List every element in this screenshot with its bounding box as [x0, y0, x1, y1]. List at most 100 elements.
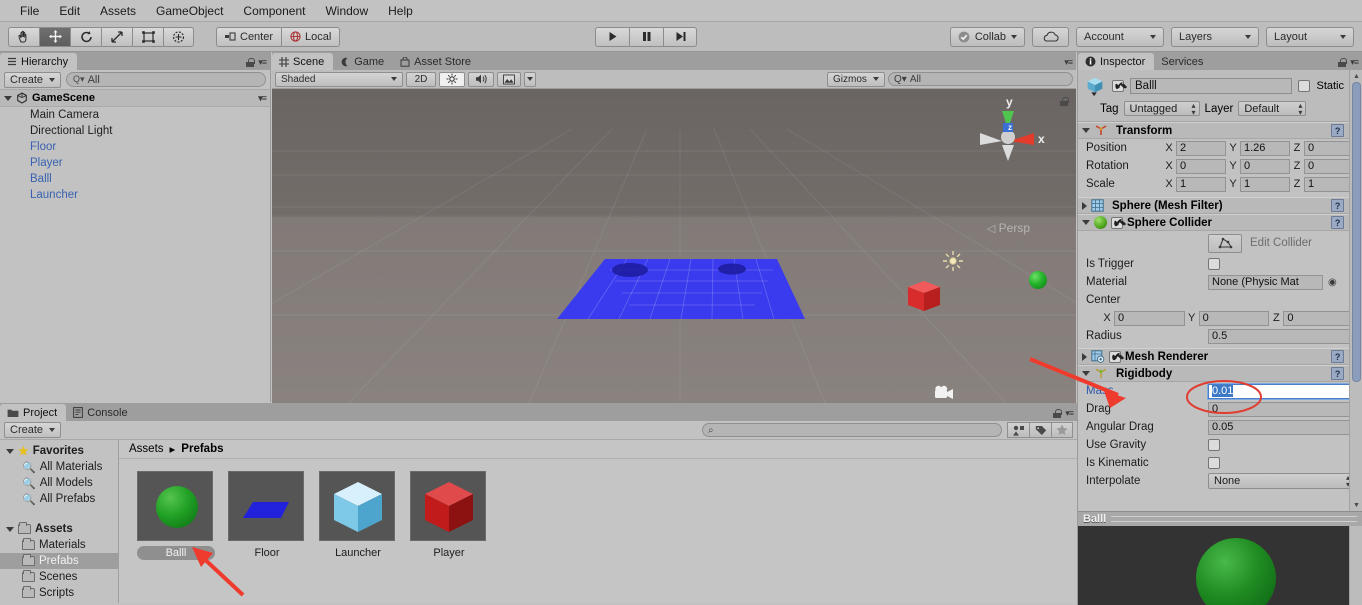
component-header-sphere-collider[interactable]: ✔ Sphere Collider ? ⚙: [1078, 214, 1362, 231]
hierarchy-item-directional-light[interactable]: Directional Light: [0, 123, 270, 139]
menu-item-assets[interactable]: Assets: [90, 2, 146, 20]
chevron-down-icon[interactable]: [1082, 128, 1090, 133]
chevron-down-icon[interactable]: [1082, 371, 1090, 376]
hierarchy-item-floor[interactable]: Floor: [0, 139, 270, 155]
rotation-z-input[interactable]: 0: [1304, 158, 1354, 174]
inspector-scrollbar[interactable]: ▲ ▼: [1349, 70, 1362, 511]
inspector-scroll-thumb[interactable]: [1352, 82, 1361, 382]
scene-audio-button[interactable]: [468, 71, 494, 87]
chevron-down-icon[interactable]: [4, 95, 12, 101]
gizmos-dropdown[interactable]: Gizmos: [827, 71, 885, 87]
pause-button[interactable]: [629, 26, 663, 47]
tab-hierarchy[interactable]: Hierarchy: [0, 53, 78, 70]
scene-effects-button[interactable]: [497, 71, 521, 87]
scene-viewport[interactable]: y x z ◁ Persp: [272, 89, 1076, 420]
project-create-button[interactable]: Create: [4, 422, 62, 438]
asset-item-launcher[interactable]: Launcher: [319, 471, 397, 560]
help-icon[interactable]: ?: [1331, 199, 1345, 212]
hierarchy-item-player[interactable]: Player: [0, 155, 270, 171]
component-header-transform[interactable]: Transform ? ⚙: [1078, 122, 1362, 139]
chevron-right-icon[interactable]: [1082, 352, 1087, 361]
filter-by-type-button[interactable]: [1007, 422, 1029, 438]
menu-item-gameobject[interactable]: GameObject: [146, 2, 233, 20]
preview-body[interactable]: [1078, 526, 1362, 605]
asset-item-player[interactable]: Player: [410, 471, 488, 560]
hand-tool-button[interactable]: [8, 26, 39, 47]
tree-item-favorites[interactable]: ★ Favorites: [0, 443, 118, 459]
tab-services[interactable]: Services: [1154, 53, 1213, 70]
tree-item-prefabs[interactable]: Prefabs: [0, 553, 118, 569]
rotation-x-input[interactable]: 0: [1176, 158, 1226, 174]
directional-light-gizmo[interactable]: [942, 250, 964, 272]
tree-item-scripts[interactable]: Scripts: [0, 585, 118, 601]
center-y-input[interactable]: 0: [1198, 310, 1270, 326]
transform-tool-button[interactable]: [163, 26, 194, 47]
position-x-input[interactable]: 2: [1176, 140, 1226, 156]
asset-item-floor[interactable]: Floor: [228, 471, 306, 560]
mesh-renderer-enabled-checkbox[interactable]: ✔: [1109, 350, 1121, 363]
tree-item-assets[interactable]: Assets: [0, 521, 118, 537]
rotation-mode-button[interactable]: Local: [281, 26, 341, 47]
is-kinematic-checkbox[interactable]: [1208, 457, 1220, 469]
hierarchy-scene-row[interactable]: GameScene ▾≡: [0, 90, 270, 107]
panel-menu-icon[interactable]: ▾≡: [258, 57, 267, 68]
scale-y-input[interactable]: 1: [1240, 176, 1290, 192]
mass-input[interactable]: 0.01: [1207, 382, 1355, 400]
tab-inspector[interactable]: Inspector: [1078, 53, 1155, 70]
sphere-collider-enabled-checkbox[interactable]: ✔: [1111, 216, 1123, 229]
draw-mode-dropdown[interactable]: Shaded: [275, 71, 403, 87]
lock-icon[interactable]: [246, 58, 255, 67]
hierarchy-item-balll[interactable]: Balll: [0, 171, 270, 187]
scene-menu-icon[interactable]: ▾≡: [258, 93, 267, 104]
interpolate-dropdown[interactable]: None ▴ ▾: [1208, 473, 1354, 489]
rotation-y-input[interactable]: 0: [1240, 158, 1290, 174]
rotate-tool-button[interactable]: [70, 26, 101, 47]
position-z-input[interactable]: 0: [1304, 140, 1354, 156]
scroll-up-icon[interactable]: ▲: [1352, 71, 1361, 81]
drag-input[interactable]: 0: [1208, 401, 1354, 417]
hierarchy-item-launcher[interactable]: Launcher: [0, 187, 270, 203]
center-x-input[interactable]: 0: [1114, 310, 1185, 326]
ball-object[interactable]: [1029, 271, 1047, 289]
chevron-down-icon[interactable]: [6, 448, 14, 454]
rect-tool-button[interactable]: [132, 26, 163, 47]
tab-asset-store[interactable]: Asset Store: [393, 53, 481, 70]
hierarchy-create-button[interactable]: Create: [4, 71, 62, 88]
main-camera-gizmo[interactable]: [932, 384, 956, 402]
menu-item-file[interactable]: File: [10, 2, 49, 20]
gizmo-lock-icon[interactable]: [1060, 97, 1069, 106]
component-header-mesh-renderer[interactable]: ✔ Mesh Renderer ? ⚙: [1078, 348, 1362, 365]
move-tool-button[interactable]: [39, 26, 70, 47]
menu-item-help[interactable]: Help: [378, 2, 423, 20]
scale-tool-button[interactable]: [101, 26, 132, 47]
is-trigger-checkbox[interactable]: [1208, 258, 1220, 270]
toggle-2d-button[interactable]: 2D: [406, 71, 436, 87]
scale-x-input[interactable]: 1: [1176, 176, 1226, 192]
edit-collider-button[interactable]: [1208, 233, 1242, 253]
tab-scene[interactable]: Scene: [272, 53, 334, 70]
tab-project[interactable]: Project: [0, 404, 67, 421]
preview-scrollbar[interactable]: [1349, 526, 1362, 605]
favorite-button[interactable]: [1051, 422, 1073, 438]
hierarchy-item-main-camera[interactable]: Main Camera: [0, 107, 270, 123]
scene-orientation-gizmo[interactable]: y x z: [966, 93, 1052, 163]
radius-input[interactable]: 0.5: [1208, 328, 1354, 344]
play-button[interactable]: [595, 26, 629, 47]
project-search-input[interactable]: ⌕: [702, 423, 1002, 437]
tree-item-all-models[interactable]: 🔍 All Models: [0, 475, 118, 491]
layers-button[interactable]: Layers: [1171, 26, 1259, 47]
help-icon[interactable]: ?: [1331, 350, 1345, 363]
tab-game[interactable]: Game: [333, 53, 394, 70]
layer-dropdown[interactable]: Default ▴ ▾: [1238, 101, 1307, 116]
menu-item-edit[interactable]: Edit: [49, 2, 90, 20]
collab-button[interactable]: Collab: [949, 26, 1025, 47]
tab-console[interactable]: Console: [66, 404, 137, 421]
tree-item-all-prefabs[interactable]: 🔍 All Prefabs: [0, 491, 118, 507]
panel-menu-icon[interactable]: ▾≡: [1064, 57, 1073, 68]
scale-z-input[interactable]: 1: [1304, 176, 1354, 192]
material-object-field[interactable]: None (Physic Mat: [1208, 274, 1323, 290]
object-name-input[interactable]: Balll: [1130, 78, 1293, 94]
center-z-input[interactable]: 0: [1283, 310, 1355, 326]
scroll-down-icon[interactable]: ▼: [1352, 500, 1361, 510]
help-icon[interactable]: ?: [1331, 124, 1345, 137]
